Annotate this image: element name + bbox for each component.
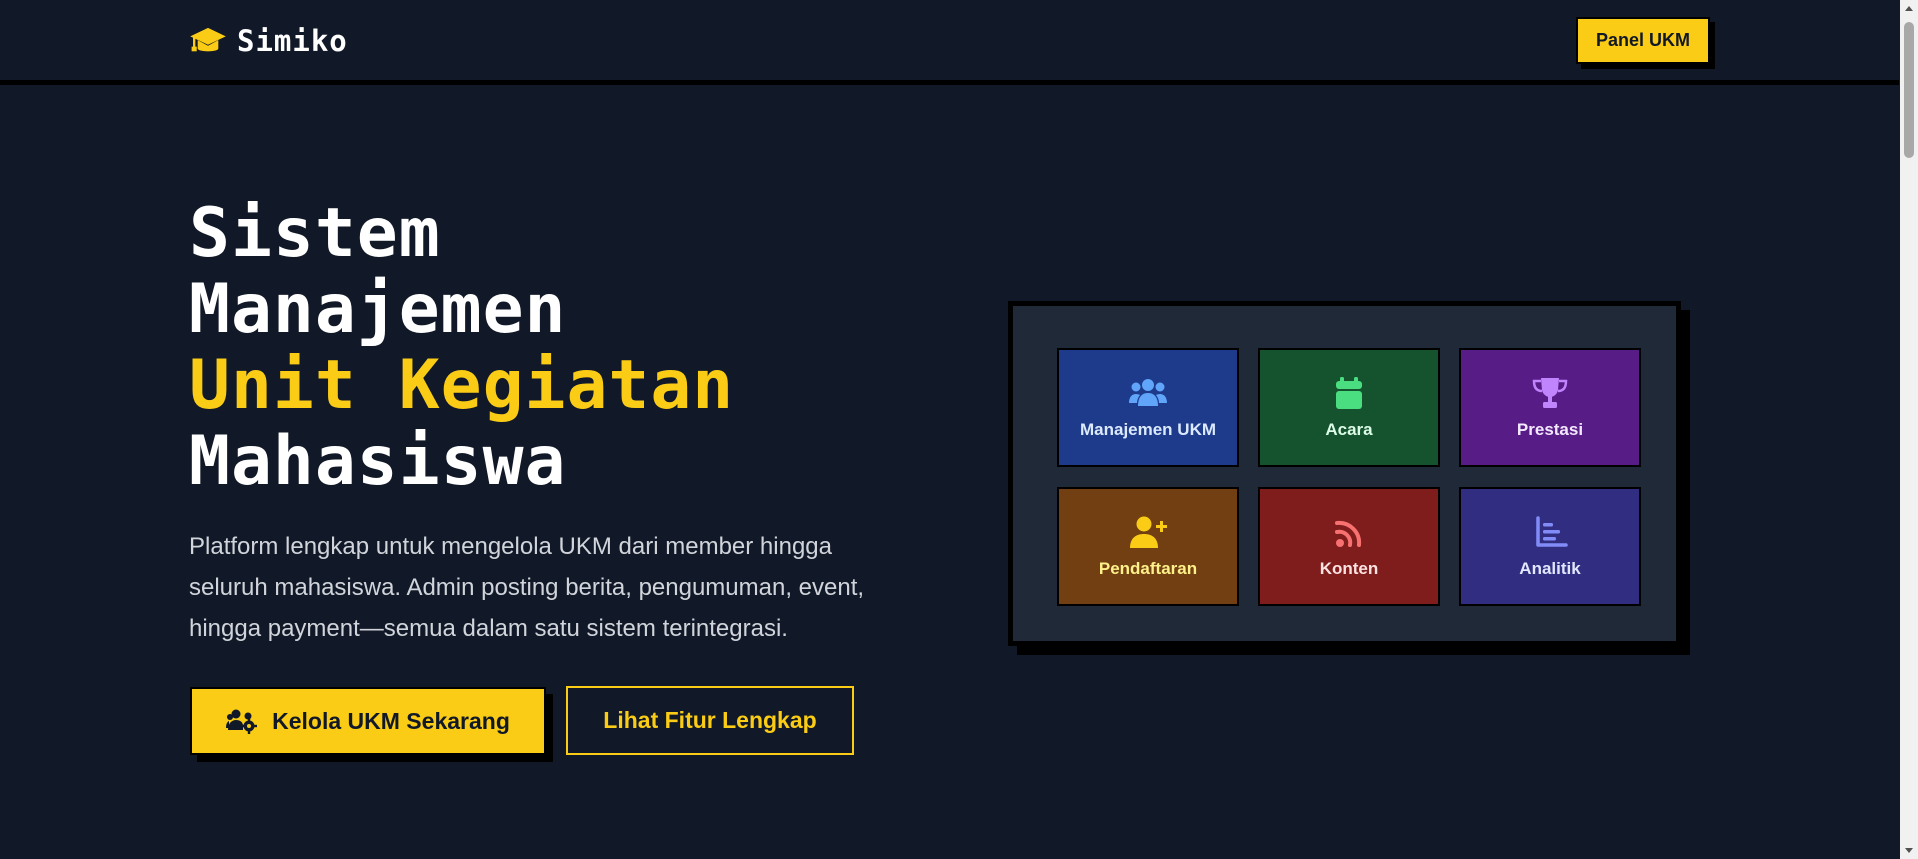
feature-label: Pendaftaran (1098, 558, 1198, 578)
rss-icon (1329, 515, 1369, 549)
calendar-icon (1329, 376, 1369, 410)
feature-label: Prestasi (1516, 419, 1584, 439)
users-gear-icon (226, 708, 258, 734)
graduation-cap-icon (189, 26, 227, 56)
kelola-ukm-button[interactable]: Kelola UKM Sekarang (190, 687, 546, 755)
hero-title-line-2: Manajemen (189, 270, 567, 349)
hero-title-line-3: Unit Kegiatan (189, 346, 735, 425)
users-icon (1128, 376, 1168, 410)
navbar: Simiko Panel UKM (0, 0, 1899, 85)
hero-description: Platform lengkap untuk mengelola UKM dar… (189, 533, 865, 642)
panel-ukm-button[interactable]: Panel UKM (1576, 17, 1710, 64)
brand-logo[interactable]: Simiko (189, 24, 348, 58)
feature-grid-panel: Manajemen UKM Acara Prestasi Pendaftaran… (1008, 301, 1681, 646)
feature-tile-prestasi[interactable]: Prestasi (1459, 348, 1641, 467)
page-scrollbar[interactable] (1900, 0, 1918, 859)
feature-tile-konten[interactable]: Konten (1258, 487, 1440, 606)
chart-bar-icon (1530, 515, 1570, 549)
trophy-icon (1530, 376, 1570, 410)
feature-tile-pendaftaran[interactable]: Pendaftaran (1057, 487, 1239, 606)
scroll-down-arrow-icon[interactable] (1905, 848, 1913, 853)
hero-title-line-1: Sistem (189, 194, 441, 273)
feature-label: Acara (1325, 419, 1373, 439)
user-plus-icon (1128, 515, 1168, 549)
feature-tile-acara[interactable]: Acara (1258, 348, 1440, 467)
kelola-ukm-label: Kelola UKM Sekarang (272, 707, 510, 734)
feature-label: Konten (1319, 558, 1379, 578)
feature-label: Analitik (1519, 558, 1581, 578)
lihat-fitur-button[interactable]: Lihat Fitur Lengkap (566, 686, 854, 755)
feature-label: Manajemen UKM (1079, 419, 1217, 439)
hero-title: Sistem Manajemen Unit Kegiatan Mahasiswa (189, 196, 734, 500)
scroll-up-arrow-icon[interactable] (1905, 6, 1913, 11)
hero-title-line-4: Mahasiswa (189, 422, 567, 501)
feature-tile-analitik[interactable]: Analitik (1459, 487, 1641, 606)
scrollbar-thumb[interactable] (1904, 22, 1914, 158)
brand-name: Simiko (237, 24, 348, 58)
feature-tile-manajemen-ukm[interactable]: Manajemen UKM (1057, 348, 1239, 467)
